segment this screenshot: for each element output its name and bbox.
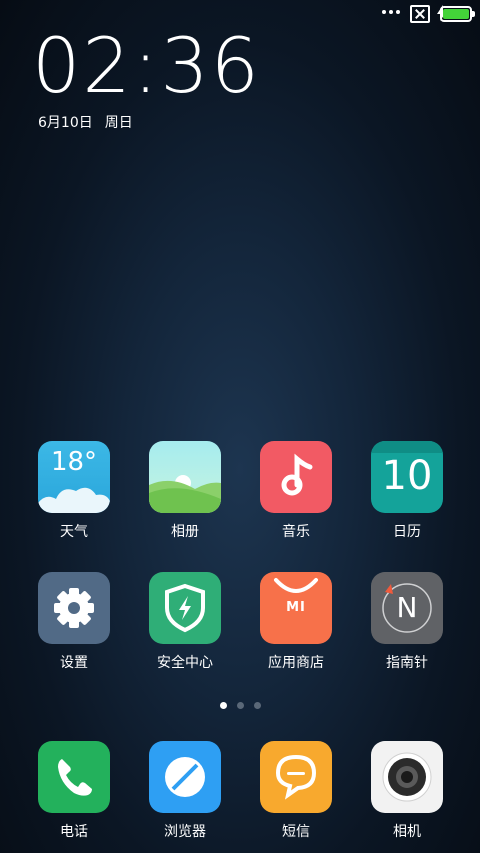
app-label: 应用商店 — [268, 655, 324, 671]
gear-icon — [38, 572, 110, 644]
weather-temp: 18° — [50, 447, 98, 477]
no-sim-icon — [410, 5, 430, 23]
gallery-icon — [149, 441, 221, 513]
page-indicator — [0, 702, 480, 709]
music-icon — [260, 441, 332, 513]
app-label: 设置 — [60, 655, 88, 671]
phone-icon — [38, 741, 110, 813]
app-label: 相册 — [171, 524, 199, 540]
browser-icon — [149, 741, 221, 813]
message-icon — [260, 741, 332, 813]
app-label: 天气 — [60, 524, 88, 540]
weekday-text: 周日 — [104, 115, 133, 131]
app-settings[interactable]: 设置 — [24, 572, 124, 672]
store-brand: MI — [286, 600, 306, 615]
app-calendar[interactable]: 10 日历 — [357, 441, 457, 541]
app-store[interactable]: MI 应用商店 — [246, 572, 346, 672]
app-gallery[interactable]: 相册 — [135, 441, 235, 541]
app-label: 短信 — [282, 824, 310, 840]
date-text: 6月10日 — [38, 115, 93, 131]
battery-icon — [440, 6, 475, 22]
app-label: 音乐 — [282, 524, 310, 540]
app-messages[interactable]: 短信 — [246, 741, 346, 841]
weather-icon: 18° — [38, 441, 110, 513]
clock-date[interactable]: 6月10日 周日 — [38, 112, 133, 132]
app-phone[interactable]: 电话 — [24, 741, 124, 841]
app-label: 浏览器 — [164, 824, 206, 840]
clock-time[interactable]: 02:36 — [32, 28, 261, 104]
app-label: 相机 — [393, 824, 421, 840]
app-label: 日历 — [393, 524, 421, 540]
app-label: 指南针 — [386, 655, 428, 671]
compass-icon: N — [371, 572, 443, 644]
app-browser[interactable]: 浏览器 — [135, 741, 235, 841]
calendar-day: 10 — [381, 453, 433, 499]
page-dot — [253, 702, 261, 709]
app-weather[interactable]: 18° 天气 — [24, 441, 124, 541]
store-bag-icon: MI — [260, 572, 332, 644]
more-notifications-icon — [382, 10, 400, 14]
app-label: 安全中心 — [157, 655, 213, 671]
camera-icon — [371, 741, 443, 813]
app-camera[interactable]: 相机 — [357, 741, 457, 841]
page-dot — [219, 702, 227, 709]
compass-letter: N — [396, 591, 418, 624]
page-dot — [236, 702, 244, 709]
app-security[interactable]: 安全中心 — [135, 572, 235, 672]
app-label: 电话 — [60, 824, 88, 840]
app-compass[interactable]: N 指南针 — [357, 572, 457, 672]
app-music[interactable]: 音乐 — [246, 441, 346, 541]
shield-icon — [149, 572, 221, 644]
calendar-icon: 10 — [371, 441, 443, 513]
